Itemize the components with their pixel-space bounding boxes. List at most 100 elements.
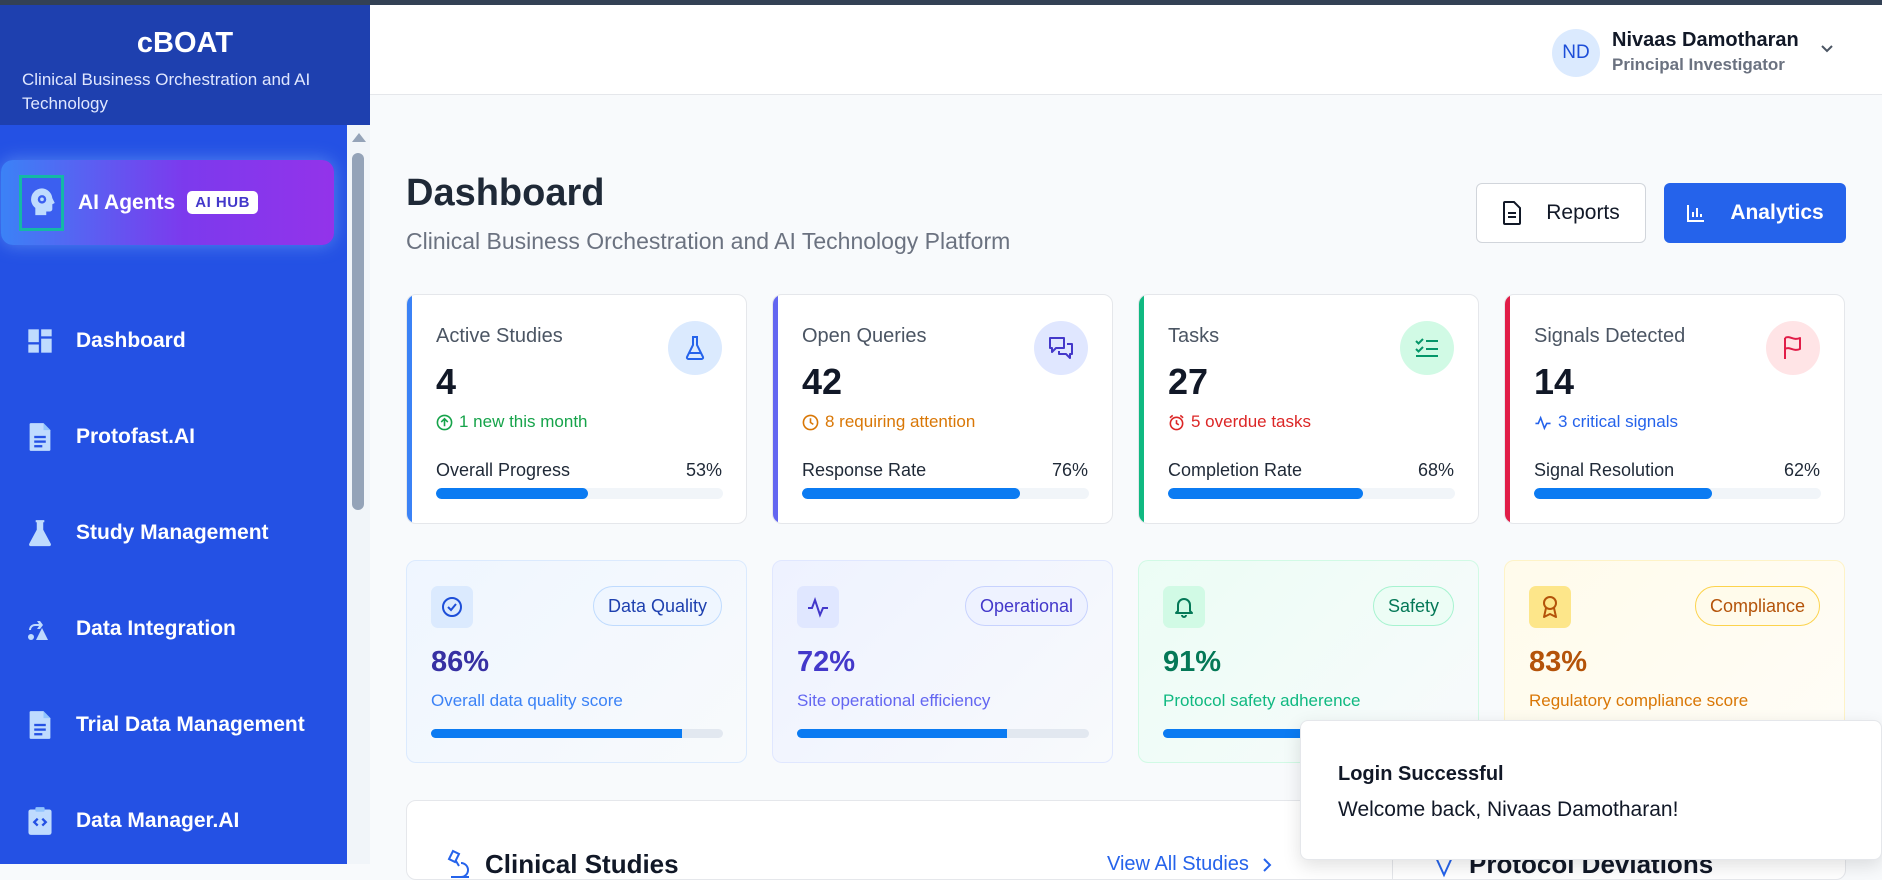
stat-card-tasks[interactable]: Tasks 27 5 overdue tasks Completion Rate…	[1138, 294, 1479, 524]
metric-card-operational[interactable]: Operational 72% Site operational efficie…	[772, 560, 1113, 763]
activity-icon	[797, 586, 839, 628]
stat-note: 1 new this month	[436, 412, 588, 432]
sidebar-item-label: Data Integration	[76, 617, 236, 640]
metric-description: Regulatory compliance score	[1529, 691, 1749, 710]
clipboard-code-icon	[26, 805, 54, 837]
sidebar-item-data-manager-ai[interactable]: Data Manager.AI	[0, 791, 347, 851]
chevron-down-icon[interactable]	[1818, 39, 1836, 62]
alarm-icon	[1169, 414, 1184, 430]
stat-accent-bar	[1505, 295, 1510, 523]
arrow-up-circle-icon	[436, 414, 453, 430]
ai-head-icon	[19, 174, 64, 231]
brand-title: cBOAT	[136, 27, 234, 59]
page-title: Dashboard	[406, 172, 605, 214]
dashboard-icon	[26, 325, 54, 357]
scroll-up-arrow-icon[interactable]	[352, 133, 366, 142]
progress-fill	[1168, 488, 1364, 499]
stat-note-text: 3 critical signals	[1558, 412, 1678, 431]
stat-value: 4	[436, 361, 457, 402]
metric-description: Protocol safety adherence	[1163, 691, 1361, 710]
document-icon	[26, 709, 54, 741]
bell-icon	[1163, 586, 1205, 628]
progress-fill	[797, 729, 1008, 738]
chat-icon	[1034, 321, 1088, 375]
check-circle-icon	[431, 586, 473, 628]
progress-fill	[1534, 488, 1712, 499]
stat-accent-bar	[1139, 295, 1144, 523]
stat-value: 27	[1168, 361, 1209, 402]
sidebar-item-trial-data-management[interactable]: Trial Data Management	[0, 695, 347, 755]
metric-description: Overall data quality score	[431, 691, 623, 710]
sidebar-item-label: Dashboard	[76, 329, 186, 352]
metric-tag: Data Quality	[592, 586, 722, 626]
metric-progress-bar	[431, 729, 723, 738]
progress-bar	[436, 488, 723, 499]
clock-icon	[802, 414, 819, 430]
integration-icon	[26, 613, 54, 645]
sidebar-item-data-integration[interactable]: Data Integration	[0, 599, 347, 659]
login-success-toast[interactable]: Login Successful Welcome back, Nivaas Da…	[1300, 720, 1882, 860]
stat-card-open-queries[interactable]: Open Queries 42 8 requiring attention Re…	[772, 294, 1113, 524]
stat-accent-bar	[773, 295, 778, 523]
analytics-button[interactable]: Analytics	[1664, 183, 1846, 243]
metric-progress-bar	[797, 729, 1089, 738]
flask-icon	[668, 321, 722, 375]
page-subtitle: Clinical Business Orchestration and AI T…	[406, 228, 1011, 254]
metric-card-data-quality[interactable]: Data Quality 86% Overall data quality sc…	[406, 560, 747, 763]
sidebar-item-protofast[interactable]: Protofast.AI	[0, 407, 347, 467]
user-role: Principal Investigator	[1612, 55, 1785, 74]
flag-icon	[1766, 321, 1820, 375]
user-name[interactable]: Nivaas Damotharan	[1612, 29, 1799, 52]
award-icon	[1529, 586, 1571, 628]
sidebar-nav: AI Agents AI HUB Dashboard Protofast.AI …	[0, 125, 347, 864]
sidebar-item-study-management[interactable]: Study Management	[0, 503, 347, 563]
scroll-thumb[interactable]	[352, 153, 364, 510]
sidebar: cBOAT Clinical Business Orchestration an…	[0, 5, 370, 864]
brand-subtitle: Clinical Business Orchestration and AI T…	[22, 70, 311, 113]
toast-message: Welcome back, Nivaas Damotharan!	[1338, 798, 1679, 821]
metric-value: 83%	[1529, 646, 1588, 678]
microscope-icon	[447, 849, 473, 879]
progress-percent: 76%	[1051, 460, 1088, 480]
reports-button[interactable]: Reports	[1476, 183, 1646, 243]
progress-percent: 62%	[1783, 460, 1820, 480]
stat-accent-bar	[407, 295, 412, 523]
stat-value: 14	[1534, 361, 1575, 402]
brand-block: cBOAT Clinical Business Orchestration an…	[0, 5, 370, 125]
stat-card-active-studies[interactable]: Active Studies 4 1 new this month Overal…	[406, 294, 747, 524]
view-all-studies-label: View All Studies	[1107, 853, 1249, 875]
sidebar-item-ai-agents[interactable]: AI Agents AI HUB	[1, 160, 334, 245]
avatar[interactable]: ND	[1552, 29, 1600, 77]
progress-percent: 53%	[685, 460, 722, 480]
sidebar-item-label: AI Agents	[78, 190, 176, 214]
bar-chart-icon	[1687, 205, 1705, 222]
sidebar-item-label: Trial Data Management	[76, 713, 305, 736]
document-icon	[26, 421, 54, 453]
stat-note: 5 overdue tasks	[1168, 412, 1311, 432]
sidebar-item-label: Data Manager.AI	[76, 809, 240, 832]
stat-label: Tasks	[1168, 325, 1220, 347]
analytics-label: Analytics	[1730, 201, 1824, 224]
stat-label: Active Studies	[436, 325, 563, 347]
chevron-right-icon	[1263, 857, 1272, 872]
checklist-icon	[1400, 321, 1454, 375]
progress-fill	[431, 729, 683, 738]
sidebar-item-dashboard[interactable]: Dashboard	[0, 311, 347, 371]
progress-bar	[1534, 488, 1821, 499]
activity-icon	[1535, 415, 1551, 430]
stat-card-signals-detected[interactable]: Signals Detected 14 3 critical signals S…	[1504, 294, 1845, 524]
metric-description: Site operational efficiency	[797, 691, 991, 710]
view-all-studies-link[interactable]: View All Studies	[1107, 853, 1273, 876]
progress-bar	[1168, 488, 1455, 499]
document-icon	[1503, 201, 1522, 225]
metric-tag: Safety	[1372, 586, 1454, 626]
progress-fill	[436, 488, 589, 499]
reports-label: Reports	[1546, 201, 1620, 224]
window-top-strip	[0, 0, 1882, 5]
progress-fill	[802, 488, 1021, 499]
stat-note: 3 critical signals	[1534, 412, 1678, 432]
metric-tag: Operational	[964, 586, 1088, 626]
metric-value: 91%	[1163, 646, 1222, 678]
stat-label: Open Queries	[802, 325, 927, 347]
sidebar-scrollbar[interactable]	[347, 125, 370, 864]
